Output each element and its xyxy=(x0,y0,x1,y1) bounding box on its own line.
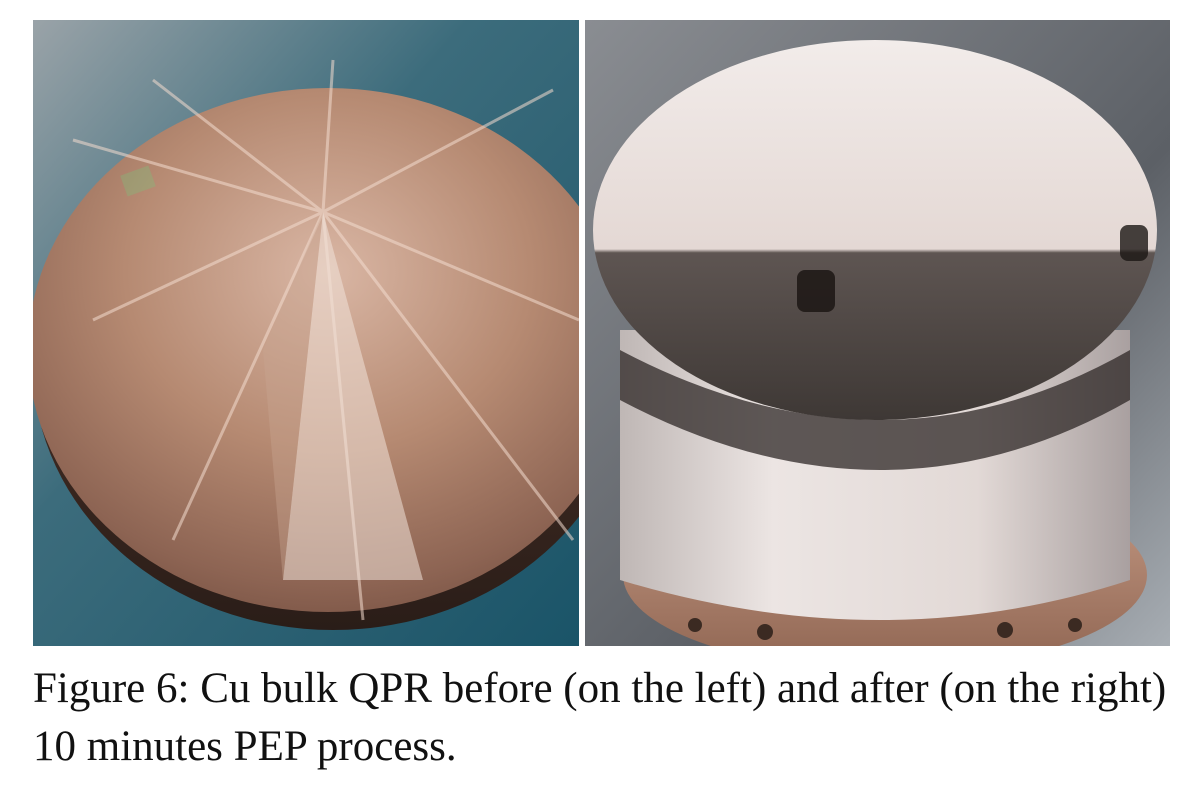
polished-cylinder-image xyxy=(585,20,1170,646)
photo-before-pep xyxy=(33,20,579,646)
copper-disk-image xyxy=(33,20,579,646)
figure-caption: Figure 6: Cu bulk QPR before (on the lef… xyxy=(33,665,1167,770)
photo-after-pep xyxy=(585,20,1170,646)
figure: Figure 6: Cu bulk QPR before (on the lef… xyxy=(0,0,1199,800)
